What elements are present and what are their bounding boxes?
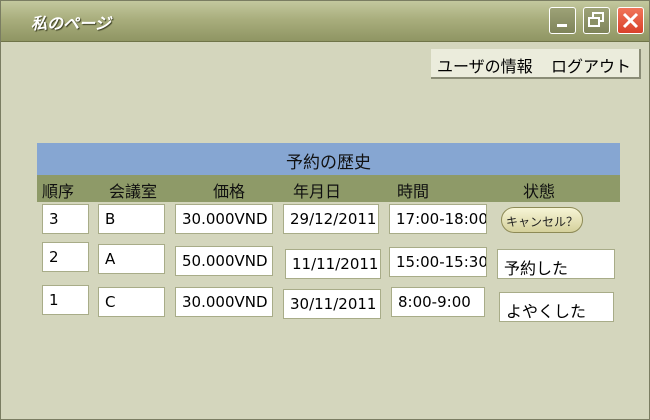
row-date-field[interactable]: 29/12/2011 <box>283 204 379 234</box>
row-price-field[interactable]: 30.000VND <box>175 287 273 317</box>
row-status-field[interactable]: 予約した <box>497 249 615 279</box>
restore-button[interactable] <box>583 7 610 34</box>
column-status: 状態 <box>523 182 556 201</box>
row-order-field[interactable]: 1 <box>42 285 89 315</box>
row-date-field[interactable]: 30/11/2011 <box>283 289 381 319</box>
history-column-header: 順序 会議室 価格 年月日 時間 状態 <box>37 175 620 202</box>
row-time-field[interactable]: 15:00-15:30 <box>389 247 487 277</box>
column-order: 順序 <box>42 182 75 201</box>
app-window: 私のページ ユーザの情報 ログアウト 予約の歴史 順序 会議室 価格 年月日 時… <box>0 0 650 420</box>
row-order-field[interactable]: 3 <box>42 204 89 234</box>
history-title: 予約の歴史 <box>286 153 371 173</box>
user-info-link[interactable]: ユーザの情報 <box>437 53 533 77</box>
row-room-field[interactable]: C <box>98 287 165 317</box>
column-price: 価格 <box>213 182 246 201</box>
row-time-field[interactable]: 8:00-9:00 <box>391 287 485 317</box>
close-button[interactable] <box>617 7 644 34</box>
title-bar[interactable]: 私のページ <box>1 1 649 42</box>
cancel-reservation-button[interactable]: キャンセル？ <box>501 207 583 233</box>
row-date-field[interactable]: 11/11/2011 <box>285 249 381 279</box>
logout-link[interactable]: ログアウト <box>551 53 631 77</box>
row-price-field[interactable]: 50.000VND <box>175 246 273 276</box>
row-room-field[interactable]: A <box>98 244 165 274</box>
user-menu: ユーザの情報 ログアウト <box>431 49 641 79</box>
restore-icon <box>588 12 604 27</box>
history-header: 予約の歴史 <box>37 143 620 175</box>
row-price-field[interactable]: 30.000VND <box>175 204 273 234</box>
column-room: 会議室 <box>109 182 158 201</box>
column-date: 年月日 <box>293 182 342 201</box>
close-icon <box>622 12 639 29</box>
row-order-field[interactable]: 2 <box>42 242 89 272</box>
column-time: 時間 <box>397 182 430 201</box>
row-time-field[interactable]: 17:00-18:00 <box>389 204 487 234</box>
minimize-icon <box>557 24 567 27</box>
minimize-button[interactable] <box>549 7 576 34</box>
row-status-field[interactable]: よやくした <box>499 292 614 322</box>
row-room-field[interactable]: B <box>98 204 165 234</box>
window-title: 私のページ <box>31 14 111 33</box>
